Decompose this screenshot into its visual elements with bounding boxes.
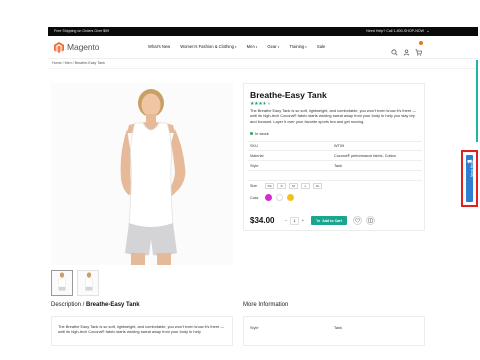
nav-label: Training <box>289 44 305 49</box>
product-title: Breathe-Easy Tank <box>250 90 327 100</box>
main-nav: What's New Women's Fashion & Clothing▾ M… <box>148 44 335 49</box>
description-heading-name: Breathe-Easy Tank <box>86 302 140 308</box>
magento-logo-icon <box>54 41 64 53</box>
color-swatch-white[interactable] <box>276 194 283 201</box>
cart-count-badge: 1 <box>419 41 423 45</box>
in-stock-dot-icon <box>250 132 253 135</box>
divider <box>48 68 478 69</box>
more-information-heading: More Information <box>243 302 289 308</box>
size-option-l[interactable]: L <box>301 183 310 189</box>
thumbnail-1[interactable] <box>51 270 73 296</box>
promo-bar: Free Shipping on Orders Over $99 Need He… <box>48 27 478 36</box>
spec-row <box>248 171 422 181</box>
logo[interactable]: Magento <box>54 41 99 53</box>
promo-right-text[interactable]: Need Help? Call 1-800-SHOP-NOW <box>366 29 424 33</box>
chevron-down-icon: ▾ <box>235 45 237 49</box>
spec-value: Cocona® performance fabric, Cotton <box>334 153 396 158</box>
add-to-cart-label: Add to Cart <box>322 218 342 223</box>
nav-item-sale[interactable]: Sale <box>317 44 325 49</box>
color-label: Color <box>250 195 259 200</box>
divider <box>48 58 478 59</box>
product-photo <box>120 89 186 265</box>
product-short-description: The Breathe Easy Tank is so soft, lightw… <box>250 108 417 124</box>
spec-value: WT09 <box>334 144 345 148</box>
description-heading: Description / Breathe-Easy Tank <box>51 302 140 308</box>
nav-label: What's New <box>148 44 171 49</box>
size-option-xs[interactable]: XS <box>265 183 274 189</box>
breadcrumb[interactable]: Home / Men / Breathe-Easy Tank <box>52 61 105 65</box>
description-panel: The Breathe Easy Tank is so soft, lightw… <box>51 316 233 346</box>
chevron-down-icon: ▾ <box>277 45 280 49</box>
page: Free Shipping on Orders Over $99 Need He… <box>0 0 480 360</box>
description-text: The Breathe Easy Tank is so soft, lightw… <box>58 324 225 335</box>
buy-row: $34.00 − 1 + Add to Cart <box>250 216 375 225</box>
help-tab-label: Need Help? <box>470 159 474 177</box>
account-icon[interactable] <box>403 43 410 56</box>
scroll-indicator <box>476 60 478 142</box>
site-header: Magento What's New Women's Fashion & Clo… <box>48 36 478 58</box>
nav-label: Sale <box>316 44 326 49</box>
chevron-down-icon: ▾ <box>305 45 307 49</box>
spec-key: SKU <box>250 144 258 148</box>
description-heading-prefix: Description / <box>51 302 87 308</box>
heart-icon <box>355 218 360 223</box>
quantity-stepper: − 1 + <box>282 216 307 225</box>
color-swatch-purple[interactable] <box>265 194 272 201</box>
decrease-quantity-button[interactable]: − <box>282 217 290 225</box>
nav-item-women[interactable]: Women's Fashion & Clothing▾ <box>180 44 236 49</box>
wishlist-button[interactable] <box>353 216 362 225</box>
nav-item-gear[interactable]: Gear▾ <box>267 44 279 49</box>
add-to-cart-button[interactable]: Add to Cart <box>311 216 347 225</box>
size-selector: Size XS S M L XL <box>250 183 322 189</box>
logo-text: Magento <box>67 42 100 52</box>
spec-key: Style <box>250 163 259 168</box>
thumbnail-2[interactable] <box>77 270 99 296</box>
color-selector: Color <box>250 194 294 201</box>
cart-icon <box>316 218 321 222</box>
rating-stars[interactable]: ★★★★★★ <box>250 101 271 107</box>
search-icon[interactable] <box>391 43 398 56</box>
more-info-key: Style <box>250 326 259 330</box>
stock-status: In stock <box>250 131 269 136</box>
spec-table: SKU WT09 Material Cocona® performance fabr… <box>248 141 422 181</box>
nav-item-men[interactable]: Men▾ <box>247 44 258 49</box>
spec-row: SKU WT09 <box>248 141 422 151</box>
size-option-s[interactable]: S <box>277 183 286 189</box>
thumbnail-strip <box>51 270 99 296</box>
compare-button[interactable] <box>366 216 375 225</box>
increase-quantity-button[interactable]: + <box>299 217 307 225</box>
side-help-tab[interactable]: Need Help? <box>461 150 478 207</box>
product-info-card: Breathe-Easy Tank ★★★★★★ The Breathe Eas… <box>243 83 425 231</box>
size-label: Size <box>250 184 257 188</box>
chevron-down-icon: ▾ <box>255 45 258 49</box>
more-info-value: Tank <box>334 326 343 330</box>
chevron-down-icon[interactable]: ⌄ <box>426 28 430 34</box>
promo-left-text: Free Shipping on Orders Over $99 <box>54 29 110 33</box>
spec-value: Tank <box>334 163 343 168</box>
nav-item-whats-new[interactable]: What's New <box>148 44 170 49</box>
quantity-input[interactable]: 1 <box>290 216 299 225</box>
help-tab-body: Need Help? <box>466 155 474 202</box>
header-icons <box>391 43 422 56</box>
nav-item-training[interactable]: Training▾ <box>289 44 307 49</box>
nav-label: Men <box>246 44 255 49</box>
product-image[interactable] <box>51 83 233 265</box>
compare-icon <box>368 218 373 223</box>
size-option-xl[interactable]: XL <box>313 183 322 189</box>
more-information-panel: Style Tank <box>243 316 425 346</box>
stock-text: In stock <box>255 131 269 136</box>
spec-row: Style Tank <box>248 161 422 171</box>
spec-key: Material <box>250 153 264 158</box>
nav-label: Women's Fashion & Clothing <box>180 44 235 49</box>
size-option-m[interactable]: M <box>289 183 298 189</box>
product-price: $34.00 <box>250 216 275 225</box>
nav-label: Gear <box>267 44 277 49</box>
color-swatch-yellow[interactable] <box>287 194 294 201</box>
spec-row: Material Cocona® performance fabric, Cott… <box>248 151 422 161</box>
